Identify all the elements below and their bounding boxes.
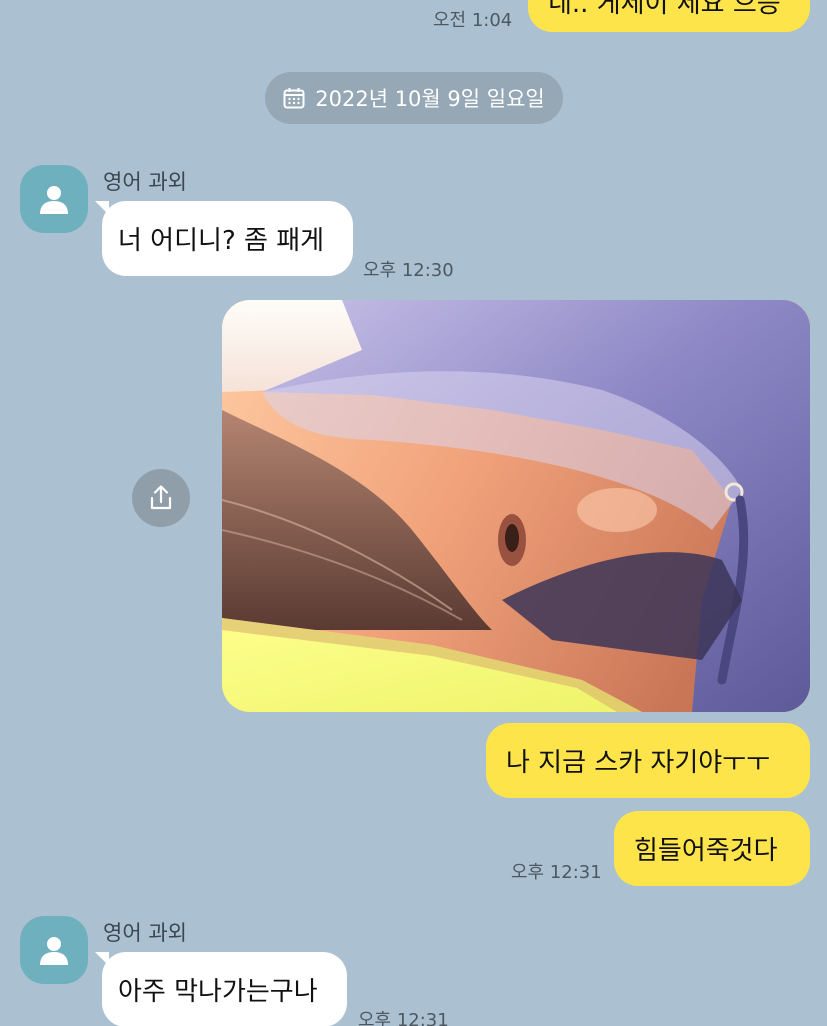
- message-text: 힘들어죽것다: [634, 836, 778, 866]
- message-text: 너 어디니? 좀 패게: [118, 226, 325, 256]
- photo-message[interactable]: [222, 300, 810, 712]
- message-text: 나 지금 스카 자기야ㅜㅜ: [506, 748, 770, 778]
- avatar[interactable]: [20, 165, 88, 233]
- sender-name: 영어 과외: [103, 921, 187, 945]
- message-time: 오후 12:30: [363, 260, 454, 281]
- photo-image: [222, 300, 810, 712]
- date-text: 2022년 10월 9일 일요일: [315, 87, 545, 111]
- my-message-bubble[interactable]: 힘들어죽것다: [614, 811, 810, 886]
- their-message-bubble[interactable]: 너 어디니? 좀 패게: [95, 201, 353, 276]
- person-icon: [40, 937, 68, 965]
- sender-name: 영어 과외: [103, 170, 187, 194]
- person-icon: [40, 186, 68, 214]
- calendar-icon: [283, 88, 305, 109]
- message-time: 오후 12:31: [358, 1010, 449, 1026]
- message-time: 오전 1:04: [433, 10, 513, 31]
- avatar[interactable]: [20, 916, 88, 984]
- message-text: 네.. 게세이 세요 으응: [548, 0, 781, 19]
- chat-room: 오전 1:04 네.. 게세이 세요 으응 2022년 10월 9일 일요일 영…: [0, 0, 827, 1026]
- date-separator: 2022년 10월 9일 일요일: [265, 72, 563, 124]
- my-message-bubble[interactable]: 네.. 게세이 세요 으응: [528, 0, 810, 32]
- my-message-bubble[interactable]: 나 지금 스카 자기야ㅜㅜ: [486, 723, 810, 798]
- message-text: 아주 막나가는구나: [118, 977, 318, 1007]
- share-button[interactable]: [132, 469, 190, 527]
- message-time: 오후 12:31: [511, 862, 602, 883]
- their-message-bubble[interactable]: 아주 막나가는구나: [95, 952, 347, 1026]
- share-icon: [150, 485, 172, 510]
